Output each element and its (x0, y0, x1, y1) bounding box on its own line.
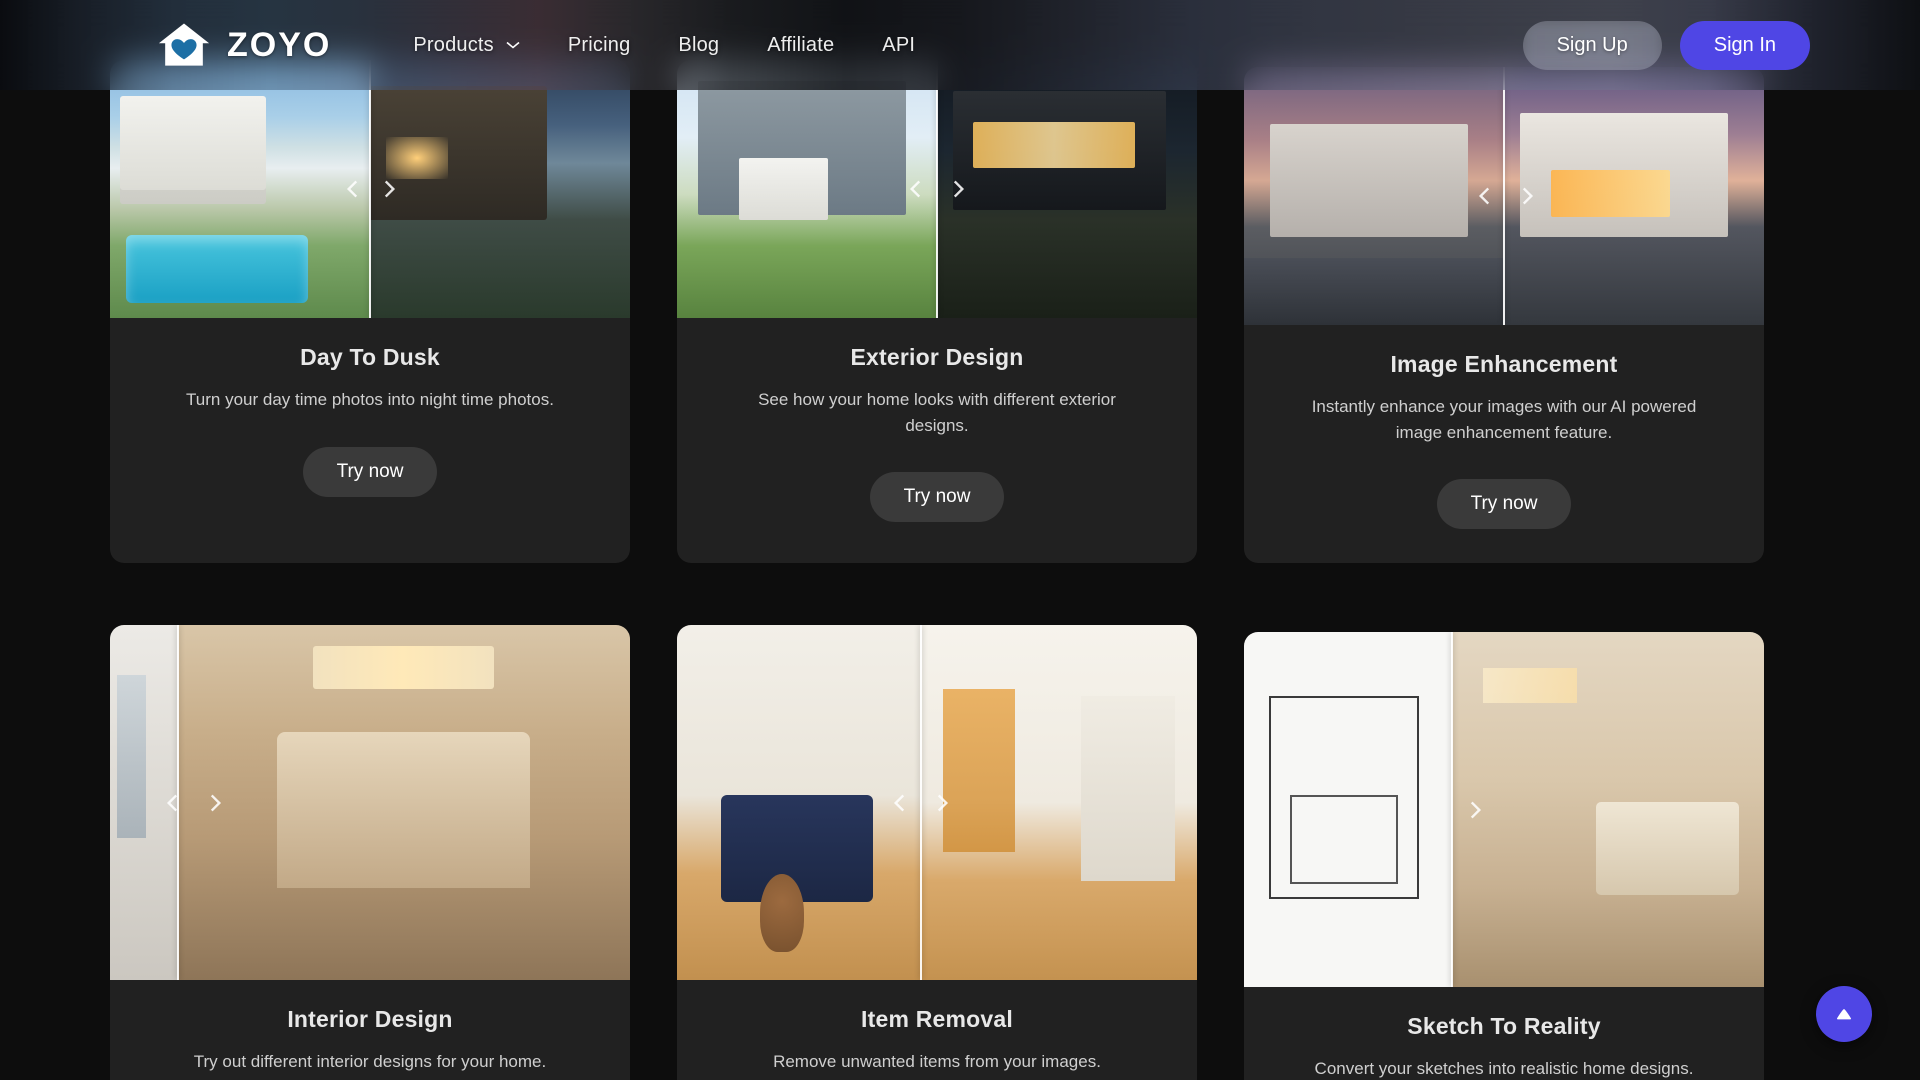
card-title: Exterior Design (850, 344, 1024, 370)
top-navigation-bar: ZOYO Products Pricing Blog Affiliate API (0, 0, 1920, 90)
card-cta-wrap: Try now (1272, 479, 1736, 529)
card-body: Image Enhancement Instantly enhance your… (1244, 325, 1764, 563)
feature-card-image-enhancement[interactable]: Image Enhancement Instantly enhance your… (1244, 67, 1764, 563)
nav-item-api[interactable]: API (880, 28, 917, 63)
house-heart-icon (158, 23, 210, 66)
nav-links: Products Pricing Blog Affiliate API (411, 28, 917, 63)
card-media-comparison[interactable] (1244, 632, 1764, 987)
chevron-right-icon[interactable] (945, 176, 971, 202)
before-after-split (1244, 632, 1764, 987)
nav-item-affiliate[interactable]: Affiliate (765, 28, 836, 63)
image-before (677, 625, 922, 980)
card-description: Turn your day time photos into night tim… (186, 390, 554, 409)
comparison-divider[interactable] (1451, 632, 1453, 987)
brand-logo[interactable]: ZOYO (155, 19, 331, 71)
image-after (1452, 632, 1764, 987)
feature-card-day-to-dusk[interactable]: Day To Dusk Turn your day time photos in… (110, 60, 630, 563)
try-now-button[interactable]: Try now (869, 472, 1005, 522)
nav-item-label: Pricing (567, 33, 631, 56)
card-media-comparison[interactable] (1244, 67, 1764, 325)
arrow-up-icon (1837, 1009, 1851, 1020)
comparison-divider[interactable] (369, 60, 371, 318)
nav-actions: Sign Up Sign In (1522, 20, 1810, 70)
sign-up-button[interactable]: Sign Up (1522, 20, 1662, 70)
chevron-left-icon[interactable] (903, 176, 929, 202)
card-title: Image Enhancement (1390, 351, 1618, 377)
card-description: Instantly enhance your images with our A… (1311, 397, 1697, 442)
image-before (1244, 632, 1452, 987)
comparison-divider[interactable] (920, 625, 923, 980)
nav-item-label: Affiliate (767, 33, 835, 56)
feature-card-grid: Day To Dusk Turn your day time photos in… (0, 0, 1920, 1080)
card-media-comparison[interactable] (110, 60, 630, 318)
card-description: Convert your sketches into realistic hom… (1314, 1059, 1694, 1078)
nav-item-pricing[interactable]: Pricing (566, 28, 633, 63)
nav-item-label: API (882, 33, 916, 56)
chevron-right-icon[interactable] (1514, 183, 1540, 209)
card-media-comparison[interactable] (677, 60, 1197, 318)
card-cta-wrap: Try now (138, 446, 602, 497)
nav-inner: ZOYO Products Pricing Blog Affiliate API (0, 19, 1920, 71)
image-after (921, 625, 1197, 980)
before-after-split (110, 625, 630, 980)
nav-item-products[interactable]: Products (411, 28, 522, 63)
nav-item-blog[interactable]: Blog (676, 28, 721, 63)
feature-card-interior-design[interactable]: Interior Design Try out different interi… (110, 625, 630, 1080)
image-after (177, 625, 630, 980)
card-media-comparison[interactable] (677, 625, 1197, 980)
chevron-right-icon[interactable] (929, 790, 955, 816)
chevron-right-icon[interactable] (1462, 797, 1488, 823)
feature-card-exterior-design[interactable]: Exterior Design See how your home looks … (677, 60, 1197, 563)
try-now-button[interactable]: Try now (302, 446, 438, 497)
comparison-divider[interactable] (936, 60, 938, 318)
image-after (1504, 67, 1764, 325)
card-title: Item Removal (861, 1006, 1013, 1032)
chevron-left-icon[interactable] (340, 176, 366, 202)
chevron-right-icon[interactable] (202, 790, 228, 816)
card-body: Interior Design Try out different interi… (110, 980, 630, 1080)
card-body: Exterior Design See how your home looks … (677, 318, 1197, 556)
card-body: Item Removal Remove unwanted items from … (677, 980, 1197, 1080)
chevron-right-icon[interactable] (376, 176, 402, 202)
nav-item-label: Blog (678, 33, 720, 56)
image-after (370, 60, 630, 318)
image-before (110, 60, 370, 318)
sign-in-button[interactable]: Sign In (1679, 20, 1810, 70)
try-now-button[interactable]: Try now (1436, 479, 1572, 529)
card-title: Sketch To Reality (1407, 1013, 1601, 1039)
comparison-divider[interactable] (1503, 67, 1505, 325)
image-after (937, 60, 1197, 318)
card-description: Remove unwanted items from your images. (773, 1052, 1101, 1071)
chevron-left-icon[interactable] (1472, 183, 1498, 209)
chevron-down-icon (506, 41, 520, 49)
card-title: Day To Dusk (300, 344, 440, 370)
card-body: Day To Dusk Turn your day time photos in… (110, 318, 630, 531)
chevron-left-icon[interactable] (160, 790, 186, 816)
card-description: See how your home looks with different e… (758, 390, 1116, 435)
scroll-to-top-button[interactable] (1816, 986, 1872, 1042)
feature-card-sketch-to-reality[interactable]: Sketch To Reality Convert your sketches … (1244, 632, 1764, 1080)
page-root: Day To Dusk Turn your day time photos in… (0, 0, 1920, 1080)
feature-card-item-removal[interactable]: Item Removal Remove unwanted items from … (677, 625, 1197, 1080)
card-description: Try out different interior designs for y… (193, 1052, 547, 1071)
brand-name: ZOYO (227, 25, 332, 64)
chevron-left-icon[interactable] (887, 790, 913, 816)
card-cta-wrap: Try now (705, 472, 1169, 522)
nav-item-label: Products (413, 33, 494, 56)
image-before (1244, 67, 1504, 325)
card-title: Interior Design (287, 1006, 453, 1032)
image-before (677, 60, 937, 318)
card-body: Sketch To Reality Convert your sketches … (1244, 987, 1764, 1080)
card-media-comparison[interactable] (110, 625, 630, 980)
